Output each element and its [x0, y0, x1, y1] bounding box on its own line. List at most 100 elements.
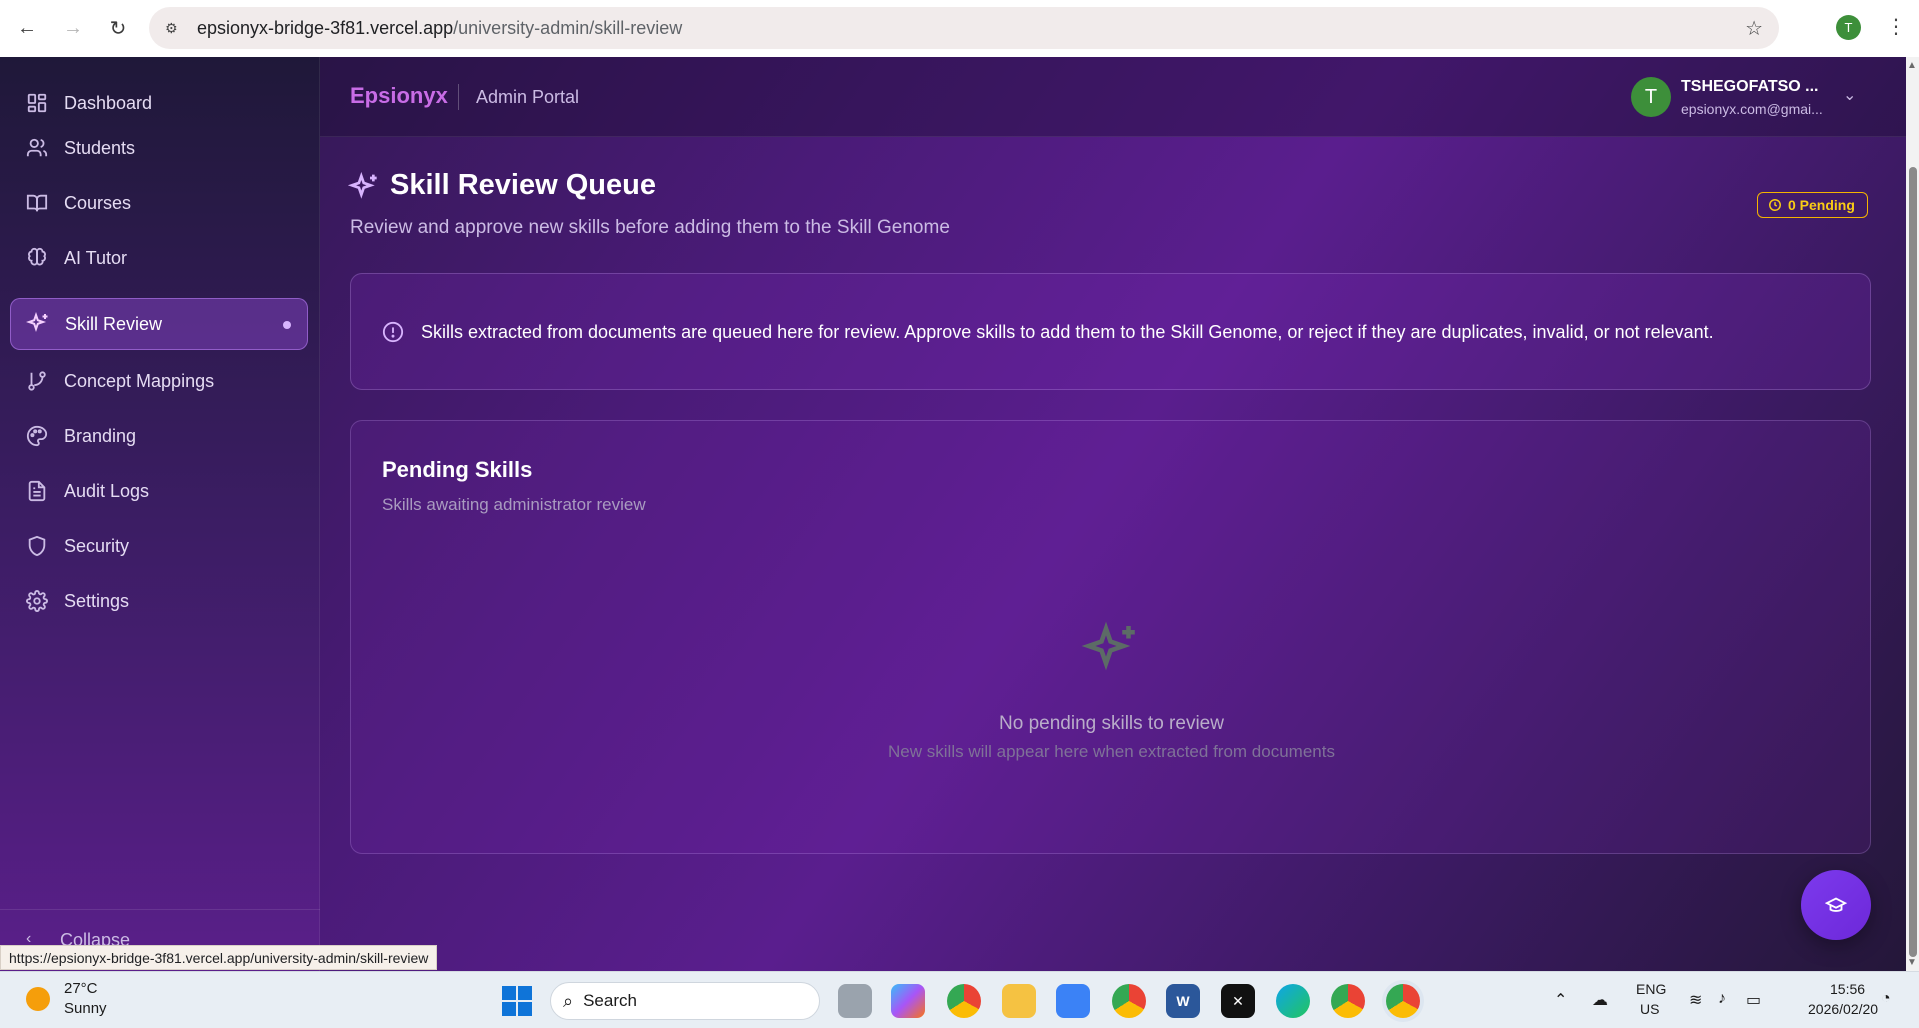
sidebar-item-ai-tutor[interactable]: AI Tutor	[10, 232, 308, 284]
browser-profile-avatar[interactable]: T	[1836, 15, 1861, 40]
link-status-bar: https://epsionyx-bridge-3f81.vercel.app/…	[0, 945, 438, 970]
top-header: Epsionyx Admin Portal T TSHEGOFATSO ... …	[320, 57, 1906, 137]
volume-icon[interactable]: ♪	[1718, 990, 1726, 1008]
forward-icon[interactable]: →	[56, 11, 90, 45]
windows-taskbar: 27°C Sunny ⌕ Search W ✕ ⌃ ☁ ENG US ≋ ♪ ▭…	[0, 971, 1919, 1028]
sidebar-item-branding[interactable]: Branding	[10, 410, 308, 462]
user-avatar[interactable]: T	[1631, 77, 1671, 117]
copilot-icon[interactable]	[891, 984, 925, 1018]
bookmark-star-icon[interactable]: ☆	[1745, 16, 1763, 41]
sidebar-item-label: Students	[64, 137, 136, 158]
sidebar-item-students[interactable]: Students	[10, 122, 308, 174]
chevron-up-icon[interactable]: ⌃	[1554, 990, 1567, 1010]
sidebar-item-label: Concept Mappings	[64, 370, 215, 391]
browser-menu-icon[interactable]: ⋮	[1886, 14, 1906, 39]
task-view-icon[interactable]	[838, 984, 872, 1018]
user-email: epsionyx.com@gmai...	[1681, 101, 1823, 117]
user-name[interactable]: TSHEGOFATSO ...	[1681, 78, 1819, 96]
page-title: Skill Review Queue	[390, 169, 656, 201]
sidebar-item-label: Skill Review	[65, 313, 163, 334]
sidebar-item-skill-review[interactable]: Skill Review	[10, 298, 308, 350]
clock-date[interactable]: 2026/02/20	[1808, 1001, 1878, 1017]
sidebar-item-security[interactable]: Security	[10, 520, 308, 572]
file-explorer-icon[interactable]	[1002, 984, 1036, 1018]
keyboard-layout[interactable]: US	[1640, 1001, 1659, 1017]
card-subtitle: Skills awaiting administrator review	[382, 495, 646, 514]
chrome-active-icon[interactable]	[1386, 984, 1420, 1018]
windows-start-icon[interactable]	[502, 986, 532, 1016]
taskbar-search-label: Search	[583, 991, 637, 1010]
sun-icon[interactable]	[26, 987, 50, 1011]
sidebar-item-audit-logs[interactable]: Audit Logs	[10, 465, 308, 517]
taskbar-search[interactable]: ⌕ Search	[550, 982, 820, 1020]
sparkles-icon	[1081, 621, 1141, 681]
sidebar-item-label: Security	[64, 535, 130, 556]
sidebar-item-settings[interactable]: Settings	[10, 575, 308, 627]
capcut-icon[interactable]: ✕	[1221, 984, 1255, 1018]
book-icon	[24, 190, 50, 216]
info-alert: Skills extracted from documents are queu…	[350, 273, 1871, 390]
graduation-cap-icon	[1825, 897, 1847, 912]
app-shell: Dashboard Students Courses AI Tutor Skil…	[0, 57, 1906, 971]
notifications-icon[interactable]: ◔	[1881, 990, 1891, 1008]
sidebar-item-label: Audit Logs	[64, 480, 150, 501]
pending-count-text: 0 Pending	[1788, 197, 1855, 213]
brain-icon	[24, 245, 50, 271]
battery-icon[interactable]: ▭	[1746, 990, 1761, 1010]
search-icon: ⌕	[563, 990, 574, 1011]
clock-time[interactable]: 15:56	[1830, 981, 1865, 997]
language-code[interactable]: ENG	[1636, 981, 1666, 997]
cloud-off-icon[interactable]: ☁	[1592, 990, 1608, 1010]
info-alert-text: Skills extracted from documents are queu…	[421, 322, 1714, 342]
weather-temperature[interactable]: 27°C	[64, 980, 98, 997]
wifi-icon[interactable]: ≋	[1689, 990, 1702, 1010]
chrome-icon[interactable]	[947, 984, 981, 1018]
brand-logo-text[interactable]: Epsionyx	[350, 83, 448, 109]
header-divider	[458, 84, 459, 110]
pending-skills-card: Pending Skills Skills awaiting administr…	[350, 420, 1871, 854]
sparkles-icon	[25, 311, 51, 337]
back-icon[interactable]: ←	[10, 11, 44, 45]
empty-state-title: No pending skills to review	[999, 713, 1224, 734]
microsoft-store-icon[interactable]	[1056, 984, 1090, 1018]
sparkles-icon	[347, 171, 380, 204]
address-bar[interactable]: ⚙ epsionyx-bridge-3f81.vercel.app/univer…	[149, 7, 1779, 49]
sidebar: Dashboard Students Courses AI Tutor Skil…	[0, 57, 320, 971]
palette-icon	[24, 423, 50, 449]
chrome-profile-icon[interactable]	[1112, 984, 1146, 1018]
chrome-profile-2-icon[interactable]	[1331, 984, 1365, 1018]
gear-icon	[24, 588, 50, 614]
scroll-down-icon[interactable]: ▼	[1907, 957, 1917, 968]
users-icon	[24, 135, 50, 161]
shield-icon	[24, 533, 50, 559]
chevron-down-icon[interactable]: ⌄	[1843, 85, 1856, 105]
site-info-icon[interactable]: ⚙	[165, 20, 185, 37]
sidebar-item-courses[interactable]: Courses	[10, 177, 308, 229]
word-icon[interactable]: W	[1166, 984, 1200, 1018]
pending-count-badge: 0 Pending	[1757, 192, 1868, 218]
page-scrollbar[interactable]: ▲ ▼	[1906, 57, 1919, 971]
git-branch-icon	[24, 368, 50, 394]
clock-icon	[1769, 199, 1781, 211]
grid-icon	[24, 90, 50, 116]
browser-toolbar: ← → ↻ ⚙ epsionyx-bridge-3f81.vercel.app/…	[0, 0, 1919, 57]
weather-condition[interactable]: Sunny	[64, 1000, 107, 1017]
url-path: /university-admin/skill-review	[453, 17, 683, 38]
portal-label: Admin Portal	[476, 87, 580, 107]
sidebar-item-label: Settings	[64, 590, 130, 611]
edge-icon[interactable]	[1276, 984, 1310, 1018]
url-text: epsionyx-bridge-3f81.vercel.app/universi…	[197, 18, 682, 39]
page-subtitle: Review and approve new skills before add…	[350, 217, 950, 238]
sidebar-item-label: Branding	[64, 425, 137, 446]
sidebar-item-label: Courses	[64, 192, 132, 213]
sidebar-item-label: AI Tutor	[64, 247, 128, 268]
card-title: Pending Skills	[382, 457, 533, 482]
sidebar-item-concept-mappings[interactable]: Concept Mappings	[10, 355, 308, 407]
ai-tutor-floating-button[interactable]	[1801, 870, 1871, 940]
url-host: epsionyx-bridge-3f81.vercel.app	[197, 17, 454, 38]
reload-icon[interactable]: ↻	[101, 11, 135, 45]
scroll-up-icon[interactable]: ▲	[1907, 60, 1917, 71]
active-indicator-dot	[283, 321, 291, 329]
scrollbar-thumb[interactable]	[1909, 167, 1917, 957]
info-circle-icon	[382, 321, 404, 343]
